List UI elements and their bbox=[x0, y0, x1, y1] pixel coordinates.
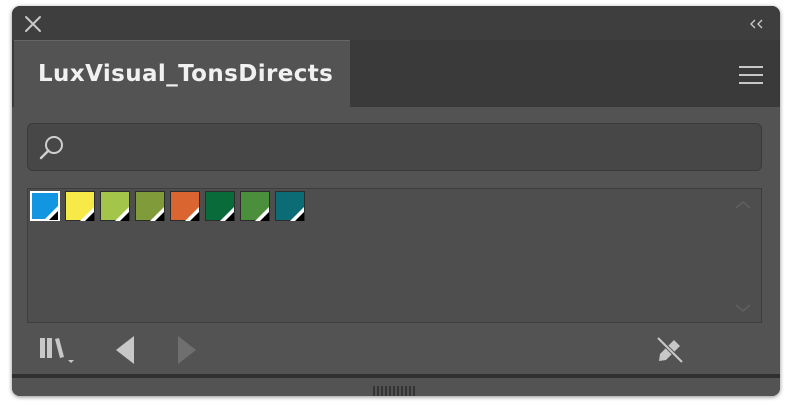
spot-color-corner-icon bbox=[115, 206, 129, 221]
double-chevron-left-icon[interactable] bbox=[748, 16, 766, 30]
color-swatch[interactable] bbox=[205, 191, 235, 221]
spot-color-corner-icon bbox=[44, 205, 58, 220]
resize-bar bbox=[12, 374, 780, 396]
spot-color-corner-icon bbox=[185, 206, 199, 221]
libraries-icon[interactable] bbox=[36, 334, 80, 364]
search-field[interactable] bbox=[27, 123, 762, 171]
color-swatch[interactable] bbox=[30, 191, 60, 221]
tab-bar: LuxVisual_TonsDirects bbox=[12, 40, 780, 108]
color-swatch[interactable] bbox=[135, 191, 165, 221]
spot-color-corner-icon bbox=[255, 206, 269, 221]
tab-label: LuxVisual_TonsDirects bbox=[38, 61, 334, 87]
tab-luxvisual-tonsdirects[interactable]: LuxVisual_TonsDirects bbox=[14, 40, 350, 108]
chevron-down-icon[interactable] bbox=[733, 300, 753, 314]
color-swatch[interactable] bbox=[170, 191, 200, 221]
bottom-toolbar bbox=[12, 324, 780, 374]
triangle-right-icon[interactable] bbox=[176, 334, 198, 366]
spot-color-corner-icon bbox=[80, 206, 94, 221]
swatches-panel: LuxVisual_TonsDirects bbox=[12, 6, 780, 396]
spot-color-corner-icon bbox=[290, 206, 304, 221]
search-input[interactable] bbox=[76, 130, 760, 166]
hamburger-menu-icon[interactable] bbox=[738, 65, 764, 85]
triangle-left-icon[interactable] bbox=[114, 334, 136, 366]
resize-grip-icon[interactable] bbox=[370, 381, 420, 396]
search-icon bbox=[38, 134, 66, 162]
pencil-crossed-icon[interactable] bbox=[654, 334, 686, 366]
spot-color-corner-icon bbox=[150, 206, 164, 221]
chevron-up-icon[interactable] bbox=[733, 197, 753, 211]
color-swatch[interactable] bbox=[240, 191, 270, 221]
panel-title-bar bbox=[12, 6, 780, 40]
close-icon[interactable] bbox=[23, 14, 43, 34]
color-swatch[interactable] bbox=[100, 191, 130, 221]
swatch-grid bbox=[27, 188, 762, 323]
spot-color-corner-icon bbox=[220, 206, 234, 221]
color-swatch[interactable] bbox=[275, 191, 305, 221]
color-swatch[interactable] bbox=[65, 191, 95, 221]
